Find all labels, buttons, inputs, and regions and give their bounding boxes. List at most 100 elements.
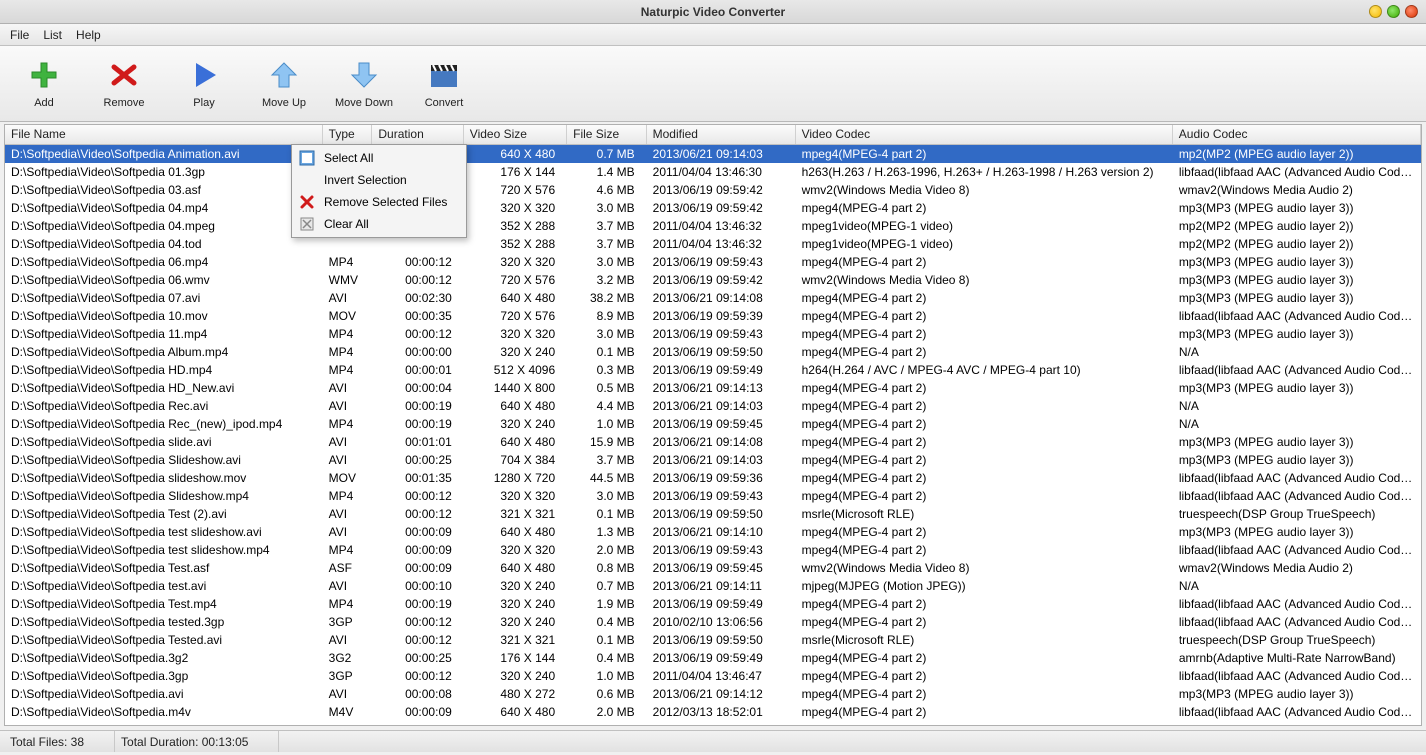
cell: mpeg4(MPEG-4 part 2) — [796, 469, 1173, 487]
table-row[interactable]: D:\Softpedia\Video\Softpedia Test.mp4MP4… — [5, 595, 1421, 613]
table-row[interactable]: D:\Softpedia\Video\Softpedia 06.mp4MP400… — [5, 253, 1421, 271]
cell: AVI — [323, 505, 373, 523]
table-row[interactable]: D:\Softpedia\Video\Softpedia 04.mp4320 X… — [5, 199, 1421, 217]
cm-remove-selected[interactable]: Remove Selected Files — [294, 191, 464, 213]
table-row[interactable]: D:\Softpedia\Video\Softpedia Test (2).av… — [5, 505, 1421, 523]
cell: h264(H.264 / AVC / MPEG-4 AVC / MPEG-4 p… — [796, 361, 1173, 379]
cell: mpeg4(MPEG-4 part 2) — [796, 685, 1173, 703]
table-row[interactable]: D:\Softpedia\Video\Softpedia 04.mpeg352 … — [5, 217, 1421, 235]
cell: 00:00:35 — [372, 307, 463, 325]
cell: MP4 — [323, 595, 373, 613]
remove-button[interactable]: Remove — [98, 59, 150, 109]
menu-file[interactable]: File — [10, 28, 29, 42]
table-row[interactable]: D:\Softpedia\Video\Softpedia Animation.a… — [5, 145, 1421, 163]
table-row[interactable]: D:\Softpedia\Video\Softpedia 03.asf720 X… — [5, 181, 1421, 199]
play-button[interactable]: Play — [178, 59, 230, 109]
table-row[interactable]: D:\Softpedia\Video\Softpedia Slideshow.m… — [5, 487, 1421, 505]
col-modified[interactable]: Modified — [647, 125, 796, 144]
movedown-button[interactable]: Move Down — [338, 59, 390, 109]
table-row[interactable]: D:\Softpedia\Video\Softpedia Rec.aviAVI0… — [5, 397, 1421, 415]
cell: wmv2(Windows Media Video 8) — [796, 559, 1173, 577]
col-videosize[interactable]: Video Size — [464, 125, 567, 144]
cell: mpeg1video(MPEG-1 video) — [796, 217, 1173, 235]
cell: 1.4 MB — [567, 163, 647, 181]
cell: 2013/06/19 09:59:36 — [647, 469, 796, 487]
plus-icon — [28, 59, 60, 91]
convert-button[interactable]: Convert — [418, 59, 470, 109]
cell: mjpeg(MJPEG (Motion JPEG)) — [796, 577, 1173, 595]
menu-help[interactable]: Help — [76, 28, 101, 42]
table-row[interactable]: D:\Softpedia\Video\Softpedia.m4vM4V00:00… — [5, 703, 1421, 721]
cell: msrle(Microsoft RLE) — [796, 505, 1173, 523]
table-body[interactable]: D:\Softpedia\Video\Softpedia Animation.a… — [5, 145, 1421, 725]
cm-clear-all[interactable]: Clear All — [294, 213, 464, 235]
table-row[interactable]: D:\Softpedia\Video\Softpedia.3g23G200:00… — [5, 649, 1421, 667]
cell: D:\Softpedia\Video\Softpedia 04.mp4 — [5, 199, 323, 217]
col-filename[interactable]: File Name — [5, 125, 323, 144]
cell: D:\Softpedia\Video\Softpedia 11.mp4 — [5, 325, 323, 343]
menubar: File List Help — [0, 24, 1426, 46]
table-row[interactable]: D:\Softpedia\Video\Softpedia 04.tod352 X… — [5, 235, 1421, 253]
table-row[interactable]: D:\Softpedia\Video\Softpedia.aviAVI00:00… — [5, 685, 1421, 703]
cell: D:\Softpedia\Video\Softpedia.mov — [5, 721, 323, 725]
table-row[interactable]: D:\Softpedia\Video\Softpedia Album.mp4MP… — [5, 343, 1421, 361]
add-button[interactable]: Add — [18, 59, 70, 109]
table-row[interactable]: D:\Softpedia\Video\Softpedia.3gp3GP00:00… — [5, 667, 1421, 685]
cell: D:\Softpedia\Video\Softpedia 01.3gp — [5, 163, 323, 181]
cell: 320 X 240 — [464, 595, 567, 613]
cell: 640 X 480 — [464, 289, 567, 307]
col-audiocodec[interactable]: Audio Codec — [1173, 125, 1421, 144]
cell: 320 X 240 — [464, 613, 567, 631]
table-row[interactable]: D:\Softpedia\Video\Softpedia slide.aviAV… — [5, 433, 1421, 451]
cell: mp2(MP2 (MPEG audio layer 2)) — [1173, 217, 1421, 235]
col-type[interactable]: Type — [323, 125, 373, 144]
cm-invert-label: Invert Selection — [324, 173, 407, 187]
cell: 720 X 576 — [464, 181, 567, 199]
cm-select-all[interactable]: Select All — [294, 147, 464, 169]
cell: mpeg4(MPEG-4 part 2) — [796, 487, 1173, 505]
select-all-icon — [298, 149, 316, 167]
cell: mpeg4(MPEG-4 part 2) — [796, 289, 1173, 307]
cell: mpeg4(MPEG-4 part 2) — [796, 325, 1173, 343]
cell: mp2(MP2 (MPEG audio layer 2)) — [1173, 145, 1421, 163]
table-row[interactable]: D:\Softpedia\Video\Softpedia 06.wmvWMV00… — [5, 271, 1421, 289]
cell: MOV — [323, 721, 373, 725]
table-row[interactable]: D:\Softpedia\Video\Softpedia test slides… — [5, 523, 1421, 541]
col-videocodec[interactable]: Video Codec — [796, 125, 1173, 144]
cell: 00:00:19 — [372, 595, 463, 613]
table-row[interactable]: D:\Softpedia\Video\Softpedia Test.asfASF… — [5, 559, 1421, 577]
table-row[interactable]: D:\Softpedia\Video\Softpedia 11.mp4MP400… — [5, 325, 1421, 343]
table-row[interactable]: D:\Softpedia\Video\Softpedia tested.3gp3… — [5, 613, 1421, 631]
table-row[interactable]: D:\Softpedia\Video\Softpedia test.aviAVI… — [5, 577, 1421, 595]
table-row[interactable]: D:\Softpedia\Video\Softpedia HD_New.aviA… — [5, 379, 1421, 397]
cell: libfaad(libfaad AAC (Advanced Audio Code… — [1173, 487, 1421, 505]
cell: h263(H.263 / H.263-1996, H.263+ / H.263-… — [796, 163, 1173, 181]
table-row[interactable]: D:\Softpedia\Video\Softpedia Tested.aviA… — [5, 631, 1421, 649]
minimize-button[interactable] — [1369, 5, 1382, 18]
moveup-button[interactable]: Move Up — [258, 59, 310, 109]
table-row[interactable]: D:\Softpedia\Video\Softpedia.movMOV00:00… — [5, 721, 1421, 725]
cell: 1.1 MB — [567, 721, 647, 725]
maximize-button[interactable] — [1387, 5, 1400, 18]
table-row[interactable]: D:\Softpedia\Video\Softpedia Rec_(new)_i… — [5, 415, 1421, 433]
cell: 2013/06/19 09:59:50 — [647, 631, 796, 649]
table-row[interactable]: D:\Softpedia\Video\Softpedia slideshow.m… — [5, 469, 1421, 487]
table-row[interactable]: D:\Softpedia\Video\Softpedia test slides… — [5, 541, 1421, 559]
cell: D:\Softpedia\Video\Softpedia slide.avi — [5, 433, 323, 451]
table-row[interactable]: D:\Softpedia\Video\Softpedia HD.mp4MP400… — [5, 361, 1421, 379]
col-duration[interactable]: Duration — [372, 125, 463, 144]
table-row[interactable]: D:\Softpedia\Video\Softpedia 07.aviAVI00… — [5, 289, 1421, 307]
cell: mp3(MP3 (MPEG audio layer 3)) — [1173, 451, 1421, 469]
menu-list[interactable]: List — [43, 28, 62, 42]
cell: 00:00:04 — [372, 379, 463, 397]
cell: 2013/06/21 09:14:11 — [647, 577, 796, 595]
cm-invert-selection[interactable]: Invert Selection — [294, 169, 464, 191]
cell: D:\Softpedia\Video\Softpedia Rec_(new)_i… — [5, 415, 323, 433]
cell: D:\Softpedia\Video\Softpedia 06.mp4 — [5, 253, 323, 271]
cell: amrnb(Adaptive Multi-Rate NarrowBand) — [1173, 649, 1421, 667]
table-row[interactable]: D:\Softpedia\Video\Softpedia 10.movMOV00… — [5, 307, 1421, 325]
close-button[interactable] — [1405, 5, 1418, 18]
col-filesize[interactable]: File Size — [567, 125, 647, 144]
table-row[interactable]: D:\Softpedia\Video\Softpedia Slideshow.a… — [5, 451, 1421, 469]
table-row[interactable]: D:\Softpedia\Video\Softpedia 01.3gp176 X… — [5, 163, 1421, 181]
